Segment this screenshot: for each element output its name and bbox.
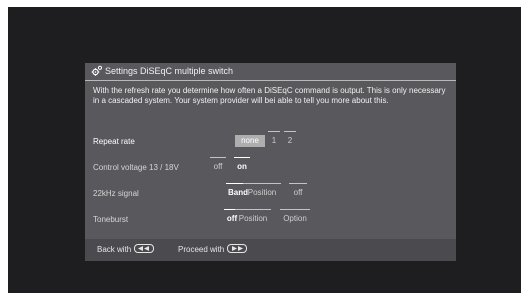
dialog-footer: Back with Proceed with <box>85 239 456 261</box>
22khz-option-off[interactable]: off <box>288 183 308 199</box>
22khz-option-position[interactable]: Position <box>242 183 282 199</box>
dialog-title: Settings DiSEqC multiple switch <box>105 66 234 76</box>
fast-forward-key-icon <box>227 244 248 254</box>
repeat-rate-option-1[interactable]: 1 <box>267 131 281 147</box>
dialog-header: Settings DiSEqC multiple switch <box>85 63 456 81</box>
proceed-button[interactable]: Proceed with <box>178 239 248 261</box>
repeat-rate-option-2[interactable]: 2 <box>283 131 297 147</box>
toneburst-label: Toneburst <box>93 215 129 224</box>
rewind-key-icon <box>134 244 155 254</box>
control-voltage-option-off[interactable]: off <box>209 157 227 173</box>
back-label: Back with <box>97 245 132 254</box>
tv-screen: Settings DiSEqC multiple switch With the… <box>8 7 521 293</box>
22khz-signal-label: 22kHz signal <box>93 189 139 198</box>
settings-gear-icon <box>91 65 103 76</box>
back-button[interactable]: Back with <box>97 239 155 261</box>
control-voltage-label: Control voltage 13 / 18V <box>93 163 179 172</box>
repeat-rate-label: Repeat rate <box>93 137 135 146</box>
proceed-label: Proceed with <box>178 245 225 254</box>
toneburst-option-option[interactable]: Option <box>279 209 311 225</box>
control-voltage-option-on[interactable]: on <box>233 157 251 173</box>
dialog-description: With the refresh rate you determine how … <box>93 86 446 105</box>
repeat-rate-option-none[interactable]: none <box>235 135 265 147</box>
toneburst-option-position[interactable]: Position <box>234 209 272 225</box>
settings-dialog: Settings DiSEqC multiple switch With the… <box>85 63 456 261</box>
